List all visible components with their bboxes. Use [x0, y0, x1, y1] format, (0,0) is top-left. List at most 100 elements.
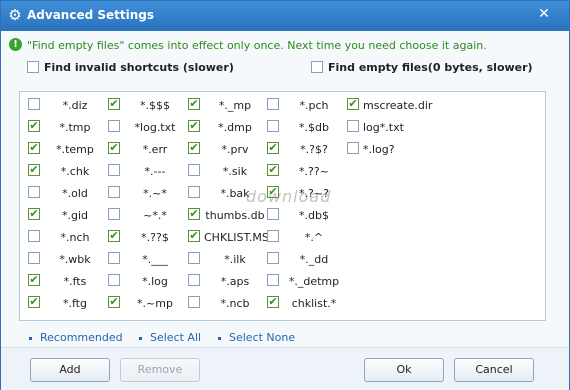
pattern-item[interactable]: *.~mp: [108, 294, 188, 312]
find-empty-files-checkbox[interactable]: [311, 61, 323, 73]
pattern-label: *.^: [304, 231, 324, 244]
pattern-checkbox[interactable]: [188, 230, 200, 242]
pattern-item[interactable]: *.ncb: [188, 294, 268, 312]
pattern-item[interactable]: *.ilk: [188, 250, 268, 268]
pattern-checkbox[interactable]: [28, 274, 40, 286]
pattern-item[interactable]: *._detmp: [267, 272, 347, 290]
pattern-checkbox[interactable]: [108, 120, 120, 132]
pattern-item[interactable]: *.ftg: [28, 294, 108, 312]
pattern-label: *.?$?: [300, 143, 328, 156]
pattern-item[interactable]: *.___: [108, 250, 188, 268]
pattern-item[interactable]: *.db$: [267, 206, 347, 224]
pattern-checkbox[interactable]: [108, 230, 120, 242]
pattern-item[interactable]: *.$db: [267, 118, 347, 136]
pattern-item[interactable]: *.~*: [108, 184, 188, 202]
pattern-item[interactable]: *.log: [108, 272, 188, 290]
pattern-checkbox[interactable]: [28, 252, 40, 264]
pattern-item[interactable]: *.??$: [108, 228, 188, 246]
pattern-item[interactable]: ~*.*: [108, 206, 188, 224]
pattern-item[interactable]: *.old: [28, 184, 108, 202]
remove-button[interactable]: Remove: [120, 358, 200, 382]
pattern-checkbox[interactable]: [108, 296, 120, 308]
pattern-checkbox[interactable]: [108, 274, 120, 286]
cancel-button[interactable]: Cancel: [454, 358, 534, 382]
pattern-item[interactable]: thumbs.db: [188, 206, 268, 224]
pattern-label: *.??$: [141, 231, 169, 244]
pattern-checkbox[interactable]: [188, 120, 200, 132]
pattern-checkbox[interactable]: [188, 274, 200, 286]
pattern-checkbox[interactable]: [28, 120, 40, 132]
pattern-item[interactable]: *log.txt: [108, 118, 188, 136]
pattern-checkbox[interactable]: [267, 164, 279, 176]
pattern-item[interactable]: mscreate.dir: [347, 96, 445, 114]
advanced-settings-window: ⚙ Advanced Settings ✕ ! "Find empty file…: [0, 0, 570, 390]
pattern-item[interactable]: *.$$$: [108, 96, 188, 114]
pattern-checkbox[interactable]: [188, 186, 200, 198]
pattern-item[interactable]: *.nch: [28, 228, 108, 246]
pattern-checkbox[interactable]: [108, 142, 120, 154]
pattern-checkbox[interactable]: [108, 164, 120, 176]
pattern-item[interactable]: *.wbk: [28, 250, 108, 268]
find-invalid-shortcuts-checkbox[interactable]: [27, 61, 39, 73]
pattern-checkbox[interactable]: [188, 98, 200, 110]
pattern-item[interactable]: *.dmp: [188, 118, 268, 136]
pattern-checkbox[interactable]: [267, 296, 279, 308]
pattern-item[interactable]: log*.txt: [347, 118, 445, 136]
add-button[interactable]: Add: [30, 358, 110, 382]
pattern-item[interactable]: *.aps: [188, 272, 268, 290]
pattern-checkbox[interactable]: [188, 252, 200, 264]
pattern-checkbox[interactable]: [267, 208, 279, 220]
pattern-item[interactable]: *.err: [108, 140, 188, 158]
pattern-checkbox[interactable]: [188, 142, 200, 154]
ok-button[interactable]: Ok: [364, 358, 444, 382]
pattern-checkbox[interactable]: [28, 164, 40, 176]
pattern-item[interactable]: *.pch: [267, 96, 347, 114]
pattern-checkbox[interactable]: [267, 142, 279, 154]
select-none-link[interactable]: Select None: [218, 331, 295, 344]
pattern-item[interactable]: *.chk: [28, 162, 108, 180]
pattern-checkbox[interactable]: [108, 208, 120, 220]
pattern-checkbox[interactable]: [347, 142, 359, 154]
pattern-checkbox[interactable]: [28, 186, 40, 198]
pattern-item[interactable]: *.temp: [28, 140, 108, 158]
pattern-label: *.ftg: [63, 297, 87, 310]
pattern-checkbox[interactable]: [347, 120, 359, 132]
pattern-checkbox[interactable]: [188, 208, 200, 220]
pattern-label: *.nch: [60, 231, 90, 244]
pattern-item[interactable]: *._mp: [188, 96, 268, 114]
pattern-item[interactable]: *.prv: [188, 140, 268, 158]
pattern-checkbox[interactable]: [267, 98, 279, 110]
pattern-item[interactable]: CHKLIST.MS: [188, 228, 269, 246]
pattern-item[interactable]: *.---: [108, 162, 188, 180]
pattern-checkbox[interactable]: [28, 142, 40, 154]
pattern-checkbox[interactable]: [188, 296, 200, 308]
pattern-checkbox[interactable]: [188, 164, 200, 176]
pattern-checkbox[interactable]: [347, 98, 359, 110]
pattern-item[interactable]: *.gid: [28, 206, 108, 224]
close-button[interactable]: ✕: [527, 5, 561, 23]
pattern-checkbox[interactable]: [108, 186, 120, 198]
pattern-checkbox[interactable]: [28, 296, 40, 308]
pattern-item[interactable]: *.log?: [347, 140, 445, 158]
pattern-item[interactable]: chklist.*: [267, 294, 347, 312]
pattern-item[interactable]: *.tmp: [28, 118, 108, 136]
pattern-item[interactable]: *.sik: [188, 162, 268, 180]
pattern-item[interactable]: *.fts: [28, 272, 108, 290]
pattern-checkbox[interactable]: [267, 252, 279, 264]
pattern-item[interactable]: *.^: [267, 228, 347, 246]
pattern-checkbox[interactable]: [108, 252, 120, 264]
pattern-checkbox[interactable]: [28, 208, 40, 220]
pattern-checkbox[interactable]: [28, 98, 40, 110]
pattern-item[interactable]: *.diz: [28, 96, 108, 114]
pattern-item[interactable]: *.??~: [267, 162, 347, 180]
pattern-checkbox[interactable]: [267, 120, 279, 132]
gear-icon: ⚙: [8, 6, 22, 24]
pattern-item[interactable]: *._dd: [267, 250, 347, 268]
pattern-checkbox[interactable]: [108, 98, 120, 110]
pattern-checkbox[interactable]: [267, 230, 279, 242]
select-all-link[interactable]: Select All: [139, 331, 201, 344]
pattern-item[interactable]: *.?$?: [267, 140, 347, 158]
recommended-link[interactable]: Recommended: [29, 331, 123, 344]
pattern-checkbox[interactable]: [267, 274, 279, 286]
pattern-checkbox[interactable]: [28, 230, 40, 242]
